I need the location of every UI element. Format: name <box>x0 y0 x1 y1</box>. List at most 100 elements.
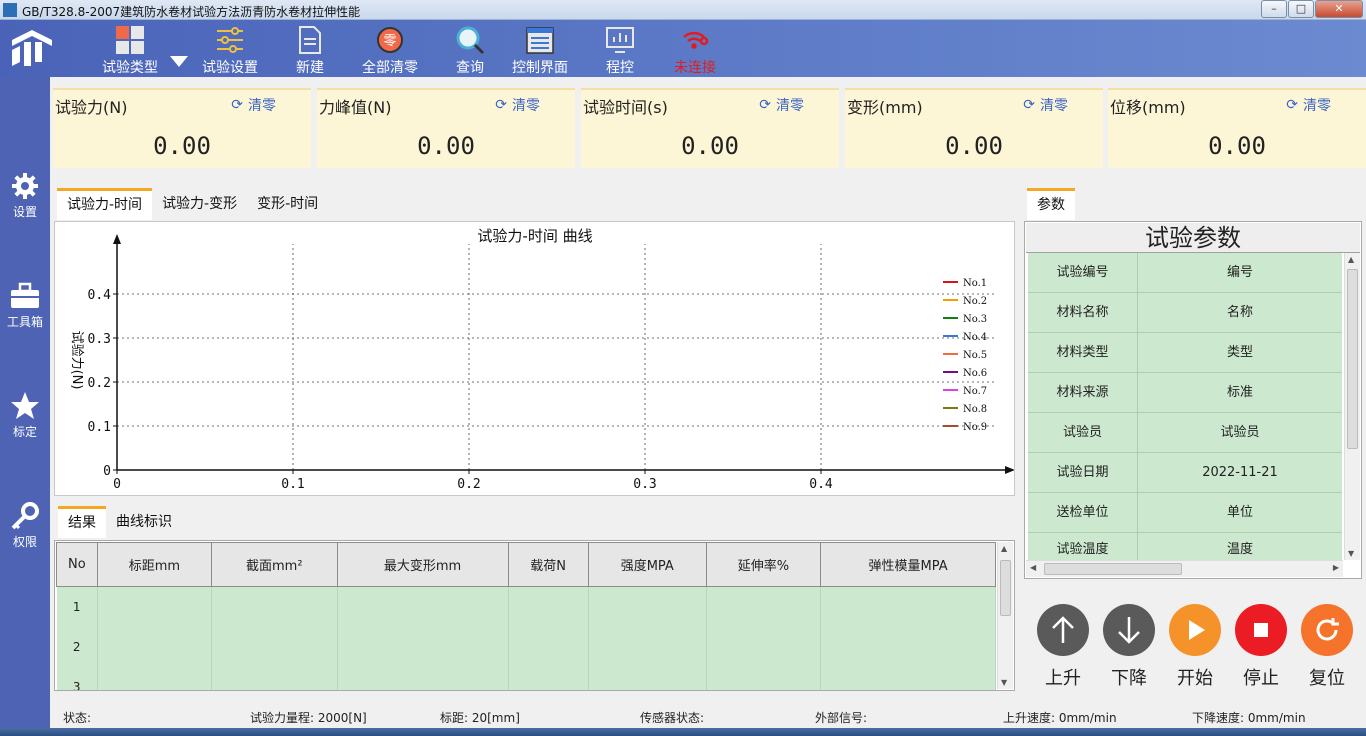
column-header[interactable]: No <box>56 542 98 587</box>
results-scrollbar[interactable]: ▲ ▼ <box>997 542 1013 689</box>
toolbar-clear-all[interactable]: 零 全部清零 <box>356 23 424 77</box>
scroll-up-arrow-icon[interactable]: ▲ <box>1001 544 1007 553</box>
param-value[interactable]: 编号 <box>1138 253 1342 293</box>
sidebar-item-toolbox[interactable]: 工具箱 <box>0 281 50 330</box>
toolbar-control-panel[interactable]: 控制界面 <box>506 23 574 77</box>
param-value[interactable]: 标准 <box>1138 373 1342 413</box>
readout-label: 力峰值(N) <box>319 98 392 117</box>
reset-button[interactable]: ⟳ 清零 <box>495 95 540 115</box>
scroll-down-arrow-icon[interactable]: ▼ <box>1348 549 1354 558</box>
y-tick-label: 0.4 <box>88 288 112 303</box>
table-row[interactable]: 1 <box>56 586 996 627</box>
scroll-up-arrow-icon[interactable]: ▲ <box>1348 255 1354 264</box>
scroll-thumb[interactable] <box>1044 563 1182 575</box>
reset-button[interactable]: ⟳ 清零 <box>231 95 276 115</box>
y-tick-label: 0 <box>103 464 111 479</box>
app-icon <box>3 3 17 17</box>
refresh-icon: ⟳ <box>759 97 771 113</box>
stop-button[interactable]: 停止 <box>1235 604 1287 690</box>
param-row[interactable]: 试验编号 编号 <box>1028 253 1342 293</box>
start-button[interactable]: 开始 <box>1169 604 1221 690</box>
key-icon <box>10 501 40 531</box>
toolbar-test-type-label: 试验类型 <box>102 60 158 76</box>
toolbar-program-control[interactable]: 程控 <box>600 23 640 77</box>
legend-label: No.3 <box>963 314 987 325</box>
sidebar-item-calibration[interactable]: 标定 <box>0 391 50 440</box>
y-tick-label: 0.1 <box>88 420 111 435</box>
params-vertical-scrollbar[interactable]: ▲ ▼ <box>1344 253 1360 560</box>
tab-deformation-time[interactable]: 变形-时间 <box>247 188 328 220</box>
param-value[interactable]: 单位 <box>1138 493 1342 533</box>
grid-icon <box>115 25 145 55</box>
search-icon <box>455 25 485 55</box>
table-row[interactable]: 3 <box>56 666 996 690</box>
legend-label: No.5 <box>963 350 987 361</box>
param-row[interactable]: 材料名称 名称 <box>1028 293 1342 333</box>
column-header[interactable]: 标距mm <box>96 542 212 587</box>
param-key: 材料来源 <box>1028 373 1138 413</box>
param-key: 试验编号 <box>1028 253 1138 293</box>
param-row[interactable]: 材料类型 类型 <box>1028 333 1342 373</box>
param-row[interactable]: 试验日期 2022-11-21 <box>1028 453 1342 493</box>
scroll-right-arrow-icon[interactable]: ▶ <box>1333 563 1339 572</box>
toolbar-control-panel-label: 控制界面 <box>512 60 568 76</box>
down-button[interactable]: 下降 <box>1103 604 1155 690</box>
scroll-thumb[interactable] <box>1000 560 1011 616</box>
param-value[interactable]: 名称 <box>1138 293 1342 333</box>
results-panel: No 标距mm 截面mm² 最大变形mm 载荷N 强度MPA 延伸率% 弹性模量… <box>54 540 1015 691</box>
column-header[interactable]: 延伸率% <box>705 542 822 587</box>
tab-params[interactable]: 参数 <box>1027 188 1075 220</box>
toolbar-query-label: 查询 <box>456 60 484 76</box>
reset-button[interactable]: ⟳ 清零 <box>1286 95 1331 115</box>
param-row[interactable]: 送检单位 单位 <box>1028 493 1342 533</box>
toolbar-new[interactable]: 新建 <box>288 23 332 77</box>
param-value[interactable]: 温度 <box>1138 533 1342 561</box>
tab-results[interactable]: 结果 <box>58 506 106 538</box>
refresh-icon: ⟳ <box>1023 97 1035 113</box>
column-header[interactable]: 最大变形mm <box>336 542 509 587</box>
param-value[interactable]: 类型 <box>1138 333 1342 373</box>
table-row[interactable]: 2 <box>56 626 996 667</box>
column-header[interactable]: 弹性模量MPA <box>820 542 996 587</box>
param-row[interactable]: 材料来源 标准 <box>1028 373 1342 413</box>
reset-position-button[interactable]: 复位 <box>1301 604 1353 690</box>
sidebar-item-settings[interactable]: 设置 <box>0 171 50 220</box>
status-external-signal: 外部信号: <box>815 711 868 725</box>
readout-label: 变形(mm) <box>847 98 923 117</box>
chevron-down-icon[interactable] <box>170 56 188 67</box>
tab-force-time[interactable]: 试验力-时间 <box>57 188 153 220</box>
toolbar-query[interactable]: 查询 <box>450 23 490 77</box>
maximize-button[interactable]: □ <box>1288 0 1314 18</box>
tab-curve-labels[interactable]: 曲线标识 <box>106 506 182 538</box>
x-tick-label: 0.2 <box>457 477 480 492</box>
param-value[interactable]: 2022-11-21 <box>1138 453 1342 493</box>
readout-card-peak-force: 力峰值(N) ⟳ 清零 0.00 <box>317 88 575 168</box>
scroll-thumb[interactable] <box>1347 269 1358 449</box>
param-row[interactable]: 试验员 试验员 <box>1028 413 1342 453</box>
params-horizontal-scrollbar[interactable]: ◀ ▶ <box>1026 560 1343 577</box>
toolbar-test-settings[interactable]: 试验设置 <box>198 23 262 77</box>
toolbar-connection-status[interactable]: 未连接 <box>668 23 722 77</box>
toolbar-test-type[interactable]: 试验类型 <box>98 23 162 77</box>
minimize-button[interactable]: – <box>1261 0 1287 18</box>
down-button-label: 下降 <box>1111 668 1147 689</box>
param-value[interactable]: 试验员 <box>1138 413 1342 453</box>
reset-button[interactable]: ⟳ 清零 <box>759 95 804 115</box>
column-header[interactable]: 载荷N <box>507 542 589 587</box>
param-row[interactable]: 试验温度 温度 <box>1028 533 1342 561</box>
up-button[interactable]: 上升 <box>1037 604 1089 690</box>
table-cell-no: 1 <box>56 586 98 627</box>
column-header[interactable]: 强度MPA <box>587 542 707 587</box>
tab-force-deformation[interactable]: 试验力-变形 <box>152 188 247 220</box>
reset-button[interactable]: ⟳ 清零 <box>1023 95 1068 115</box>
close-button[interactable]: ✕ <box>1315 0 1363 18</box>
scroll-down-arrow-icon[interactable]: ▼ <box>1001 678 1007 687</box>
toolbar-test-settings-label: 试验设置 <box>202 60 258 76</box>
column-header[interactable]: 截面mm² <box>210 542 338 587</box>
left-sidebar: 设置 工具箱 标定 权限 <box>0 77 50 736</box>
table-header-row: No 标距mm 截面mm² 最大变形mm 载荷N 强度MPA 延伸率% 弹性模量… <box>56 542 996 587</box>
scroll-left-arrow-icon[interactable]: ◀ <box>1030 563 1036 572</box>
params-panel: 试验参数 试验编号 编号 材料名称 名称 材料类型 类型 材料来源 标准 试验员 试验员 … <box>1024 221 1362 579</box>
sidebar-item-permission[interactable]: 权限 <box>0 501 50 550</box>
x-tick-label: 0.3 <box>633 477 656 492</box>
